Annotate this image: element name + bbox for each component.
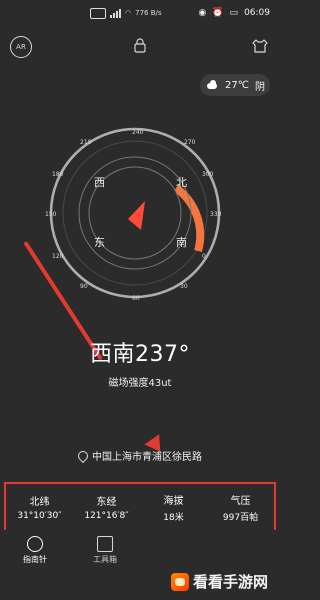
network-speed: 776 B/s: [135, 9, 162, 17]
mark-11: 210: [80, 139, 92, 146]
stat-label: 气压: [230, 495, 251, 507]
cloud-icon: [205, 80, 219, 90]
toolbox-icon: [97, 536, 113, 552]
compass-icon: [27, 536, 43, 552]
mark-7: 90: [80, 283, 88, 290]
stat-longitude: 东经 121°16′8″: [79, 493, 134, 521]
direction-north: 北: [176, 176, 187, 189]
status-right: ◉ ⏰ ▭ 06:09: [198, 8, 270, 18]
mark-3: 330: [210, 211, 222, 218]
weather-temp: 27℃: [225, 79, 249, 91]
signal-icon: [110, 9, 121, 18]
stats-panel: 北纬 31°10′30″ 东经 121°16′8″ 海拔 18米 气压 997百…: [4, 482, 276, 532]
mark-4: 0: [202, 253, 206, 260]
ar-button[interactable]: AR: [10, 36, 32, 58]
stat-value: 31°10′30″: [17, 511, 62, 521]
wifi-icon: ◠: [125, 9, 132, 17]
hd-icon: [90, 8, 106, 19]
direction-west: 西: [94, 176, 105, 189]
status-bar: ◠ 776 B/s ◉ ⏰ ▭ 06:09: [0, 0, 280, 30]
mark-10: 180: [52, 171, 64, 178]
battery-icon: ▭: [229, 8, 239, 18]
status-time: 06:09: [244, 8, 270, 18]
heading-value: 西南237°: [90, 342, 190, 367]
tshirt-icon[interactable]: [250, 36, 270, 56]
stat-label: 东经: [96, 497, 117, 508]
stat-label: 海拔: [163, 495, 184, 507]
mark-9: 150: [45, 211, 57, 218]
mark-8: 120: [52, 253, 64, 260]
watermark-text: 看看手游网: [192, 573, 268, 591]
stat-latitude: 北纬 31°10′30″: [12, 493, 67, 521]
stat-altitude: 海拔 18米: [146, 492, 201, 523]
compass-svg: 240 270 300 330 0 30 60 90 120 150 180 2…: [45, 127, 222, 302]
location-icon: [75, 448, 91, 463]
location-row: 中国上海市青浦区徐民路: [0, 448, 280, 463]
ar-label: AR: [16, 43, 26, 51]
mark-1: 270: [184, 139, 196, 146]
stat-label: 北纬: [29, 497, 50, 508]
stat-value: 18米: [163, 512, 184, 523]
mark-6: 60: [132, 295, 140, 302]
tab-compass[interactable]: 指南针: [0, 536, 70, 565]
direction-east: 东: [94, 236, 105, 249]
alarm-icon: ⏰: [212, 8, 224, 18]
mark-0: 240: [132, 129, 144, 136]
mark-5: 30: [180, 283, 188, 290]
status-left: ◠ 776 B/s: [90, 8, 162, 19]
weather-pill[interactable]: 27℃ 阴: [200, 74, 270, 96]
tab-toolbox-label: 工具箱: [93, 555, 117, 564]
watermark-logo-icon: [170, 572, 189, 591]
weather-condition: 阴: [254, 81, 265, 93]
stat-value: 997百帕: [222, 512, 259, 523]
tab-compass-label: 指南针: [23, 555, 47, 564]
direction-south: 南: [176, 236, 187, 249]
field-strength: 磁场强度43ut: [108, 378, 172, 389]
watermark: 看看手游网: [170, 571, 268, 592]
compass-dial[interactable]: 240 270 300 330 0 30 60 90 120 150 180 2…: [44, 122, 226, 304]
stat-value: 121°16′8″: [84, 511, 129, 521]
lock-icon[interactable]: [130, 36, 150, 56]
stat-pressure: 气压 997百帕: [213, 492, 268, 523]
eye-icon: ◉: [198, 8, 207, 18]
tab-toolbox[interactable]: 工具箱: [70, 536, 140, 565]
mark-2: 300: [202, 171, 214, 178]
location-address: 中国上海市青浦区徐民路: [92, 452, 202, 463]
